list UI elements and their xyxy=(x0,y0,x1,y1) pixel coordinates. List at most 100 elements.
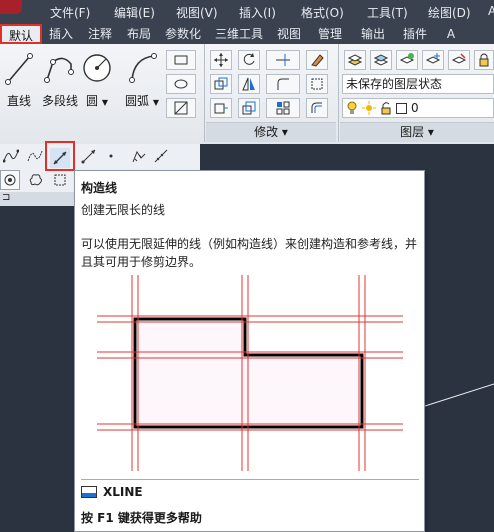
layer-state-field[interactable]: 未保存的图层状态 xyxy=(342,74,494,94)
point-button[interactable] xyxy=(100,146,122,166)
copy-tool-button[interactable] xyxy=(210,74,232,94)
offset-tool-button[interactable] xyxy=(306,98,328,118)
wipeout-icon xyxy=(54,174,66,186)
ribbon-separator xyxy=(338,44,339,142)
rectangle-tool-button[interactable] xyxy=(166,50,196,70)
mirror-tool-button[interactable] xyxy=(238,74,260,94)
offset-icon xyxy=(311,102,322,113)
tab-more[interactable]: A xyxy=(436,24,466,44)
construction-line-tooltip: 构造线 创建无限长的线 可以使用无限延伸的线（例如构造线）来创建构造和参考线，并… xyxy=(74,170,425,532)
construction-line-highlight xyxy=(45,141,75,171)
hatch-tool-button[interactable] xyxy=(166,98,196,118)
tooltip-separator xyxy=(81,479,419,480)
hatch-icon xyxy=(174,101,188,115)
layer-lock-button[interactable] xyxy=(474,50,494,70)
layer-off-icon xyxy=(451,53,467,64)
tab-plugins[interactable]: 插件 xyxy=(394,24,436,44)
layer-state-button[interactable] xyxy=(370,50,392,70)
trim-tool-button[interactable] xyxy=(266,50,300,70)
fillet-icon xyxy=(277,78,289,90)
application-menu-button[interactable] xyxy=(0,0,22,14)
tab-view[interactable]: 视图 xyxy=(270,24,308,44)
menu-tools[interactable]: 工具(T) xyxy=(364,4,425,21)
fillet-tool-button[interactable] xyxy=(266,74,300,94)
divide-button[interactable] xyxy=(128,146,150,166)
layer-name: 0 xyxy=(411,101,419,115)
menu-insert[interactable]: 插入(I) xyxy=(236,4,298,21)
tooltip-command: XLINE xyxy=(103,485,143,499)
wipeout-button[interactable] xyxy=(50,170,70,190)
menu-draw[interactable]: 绘图(D) xyxy=(425,4,485,21)
construction-line-illustration xyxy=(97,275,403,471)
tab-default[interactable]: 默认 xyxy=(0,24,42,44)
arc-tool-label: 圆弧 xyxy=(125,94,150,108)
erase-icon xyxy=(311,54,324,67)
panel-label-strip: ⊐ xyxy=(0,192,74,206)
layer-dropdown[interactable]: 0 xyxy=(342,98,494,118)
scale-tool-button[interactable] xyxy=(238,98,260,118)
measure-button[interactable] xyxy=(150,146,172,166)
ellipse-icon xyxy=(174,79,188,89)
canvas-line xyxy=(424,383,494,407)
lightbulb-icon xyxy=(347,101,357,114)
tab-annotate[interactable]: 注释 xyxy=(80,24,120,44)
menu-format[interactable]: 格式(O) xyxy=(298,4,364,21)
trim-icon xyxy=(276,54,290,66)
menu-file[interactable]: 文件(F) xyxy=(47,4,111,21)
ray-button[interactable] xyxy=(78,146,100,166)
tab-insert[interactable]: 插入 xyxy=(42,24,80,44)
tab-manage[interactable]: 管理 xyxy=(308,24,352,44)
menu-edit[interactable]: 编辑(E) xyxy=(111,4,173,21)
circle-tool-button[interactable]: 圆 ▼ xyxy=(80,50,114,109)
mirror-icon xyxy=(242,77,255,91)
rotate-icon xyxy=(243,53,255,65)
tab-3d-tools[interactable]: 三维工具 xyxy=(208,24,270,44)
revcloud-button[interactable] xyxy=(26,170,46,190)
stretch-tool-button[interactable] xyxy=(210,98,232,118)
layer-properties-button[interactable] xyxy=(344,50,366,70)
modify-panel-footer[interactable]: 修改 ▾ xyxy=(206,122,336,142)
tooltip-title: 构造线 xyxy=(81,181,118,195)
menu-more[interactable]: Au xyxy=(485,4,494,21)
array-tool-button[interactable] xyxy=(266,98,300,118)
region-button[interactable] xyxy=(0,170,20,190)
layer-isolate-icon xyxy=(399,53,415,64)
line-tool-label: 直线 xyxy=(6,94,31,108)
layer-isolate-button[interactable] xyxy=(396,50,418,70)
move-icon xyxy=(214,53,228,67)
command-line-icon xyxy=(81,486,97,498)
layer-freeze-button[interactable] xyxy=(422,50,444,70)
rotate-tool-button[interactable] xyxy=(238,50,260,70)
panel-pin-icon[interactable]: ⊐ xyxy=(2,192,10,203)
move-tool-button[interactable] xyxy=(210,50,232,70)
erase-tool-button[interactable] xyxy=(306,50,328,70)
array-icon xyxy=(276,101,290,115)
divide-icon xyxy=(132,150,146,163)
menu-view[interactable]: 视图(V) xyxy=(173,4,236,21)
arc-tool-button[interactable]: 圆弧 ▼ xyxy=(122,50,162,109)
circle-dropdown-icon[interactable]: ▼ xyxy=(102,98,108,107)
polyline-icon xyxy=(44,57,74,83)
explode-icon xyxy=(311,78,323,90)
tooltip-subtitle: 创建无限长的线 xyxy=(81,203,166,217)
layers-panel-title: 图层 xyxy=(400,125,425,139)
unlock-icon xyxy=(381,102,391,115)
layer-off-button[interactable] xyxy=(448,50,470,70)
arc-dropdown-icon[interactable]: ▼ xyxy=(153,98,159,107)
explode-tool-button[interactable] xyxy=(306,74,328,94)
tab-output[interactable]: 输出 xyxy=(352,24,394,44)
spline-cv-button[interactable] xyxy=(24,146,46,166)
ellipse-tool-button[interactable] xyxy=(166,74,196,94)
spline-fit-button[interactable] xyxy=(0,146,22,166)
tab-parametric[interactable]: 参数化 xyxy=(158,24,208,44)
polyline-tool-button[interactable]: 多段线 xyxy=(38,50,82,109)
tab-layout[interactable]: 布局 xyxy=(120,24,158,44)
layers-panel-footer[interactable]: 图层 ▾ xyxy=(340,122,494,142)
tooltip-help: 按 F1 键获得更多帮助 xyxy=(81,511,202,525)
region-icon xyxy=(4,174,16,186)
line-tool-button[interactable]: 直线 xyxy=(2,50,36,109)
rectangle-icon xyxy=(174,55,188,65)
layer-state-icon xyxy=(373,54,389,66)
ribbon-separator xyxy=(204,44,205,142)
tooltip-description: 可以使用无限延伸的线（例如构造线）来创建构造和参考线，并且其可用于修剪边界。 xyxy=(81,237,418,269)
